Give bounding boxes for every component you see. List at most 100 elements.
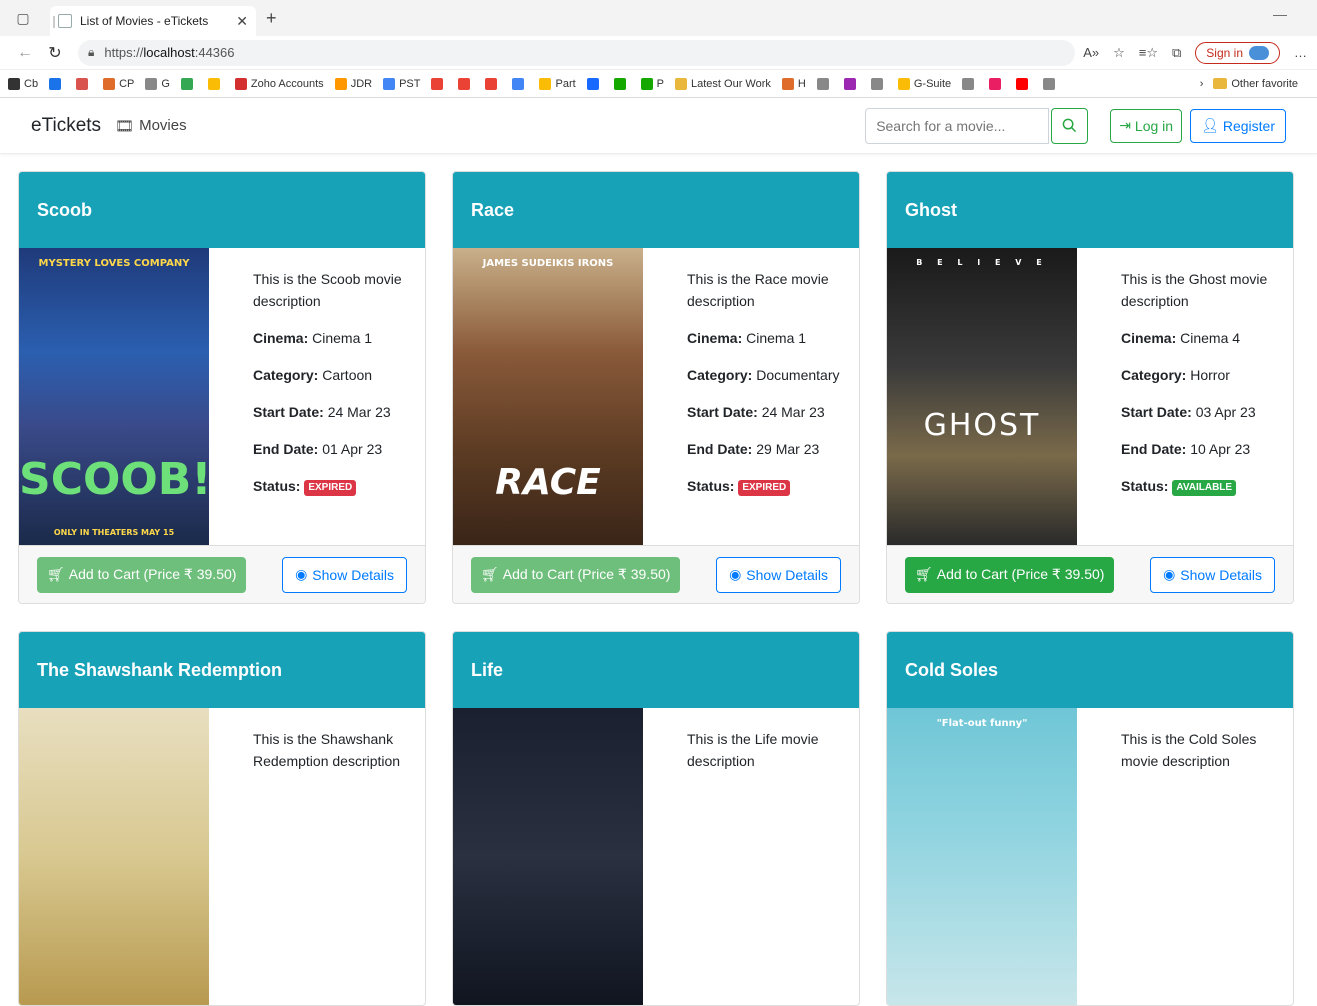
collections-icon[interactable]: ⧉ [1172,45,1181,61]
movie-info: This is the Cold Soles movie description [1077,708,1293,1005]
bookmark-item[interactable] [180,77,197,90]
bookmark-item[interactable] [49,77,65,90]
bookmark-icon [586,77,599,90]
bookmark-item[interactable] [816,77,833,90]
start-date-field: Start Date: 24 Mar 23 [687,401,845,423]
start-date-field: Start Date: 03 Apr 23 [1121,401,1279,423]
minimize-window-icon[interactable]: — [1273,6,1287,22]
bookmark-label: G-Suite [913,77,952,90]
add-to-cart-button[interactable]: 🛒︎ Add to Cart (Price ₹ 39.50) [471,556,681,593]
brand-link[interactable]: eTickets [31,115,101,137]
bookmark-item[interactable]: PST [383,77,420,90]
bookmark-label: JDR [350,77,373,90]
register-button[interactable]: 👤︎ Register [1190,108,1286,143]
category-field-value: Cartoon [322,367,373,383]
bookmark-item[interactable] [843,77,860,90]
tab-actions-icon[interactable]: ▢ [10,5,36,31]
bookmark-item[interactable]: CP [103,77,134,90]
add-user-icon: 👤︎ [1201,117,1219,133]
movie-info: This is the Life movie description [643,708,859,1005]
eye-icon: ◉ [295,566,308,582]
bookmark-icon [781,77,794,90]
bookmark-item[interactable] [870,77,887,90]
movie-description: This is the Scoob movie description [253,271,402,309]
end-date-field-value: 10 Apr 23 [1190,441,1251,457]
show-details-button[interactable]: ◉ Show Details [1150,556,1275,593]
page-favicon-icon [53,14,72,28]
bookmark-item[interactable] [207,77,224,90]
bookmark-icon [207,77,220,90]
bookmark-icon [897,77,910,90]
other-favorites-folder[interactable]: Other favorite [1213,78,1298,90]
category-field-label: Category: [1121,367,1187,383]
movies-nav-link[interactable]: 🎞︎ Movies [115,117,187,135]
bookmark-item[interactable] [458,77,474,90]
more-bookmarks-chevron-icon[interactable]: › [1200,78,1204,90]
new-tab-icon[interactable]: + [266,8,277,29]
bookmark-item[interactable] [962,77,978,90]
back-icon[interactable]: ← [10,44,40,62]
read-aloud-icon[interactable]: A» [1083,45,1099,60]
bookmark-item[interactable] [1016,77,1032,90]
show-details-button[interactable]: ◉ Show Details [716,556,841,593]
card-footer: 🛒︎ Add to Cart (Price ₹ 39.50) ◉ Show Detai… [887,545,1293,603]
bookmark-item[interactable]: Part [539,77,576,90]
folder-icon [1213,78,1228,89]
bookmark-item[interactable] [76,77,92,90]
movie-card: Ghost B E L I E V E GHOST This is the Ghost… [886,171,1294,604]
bookmark-label: P [656,77,665,90]
search-input[interactable] [865,107,1050,144]
bookmark-icon [843,77,856,90]
add-to-cart-button[interactable]: 🛒︎ Add to Cart (Price ₹ 39.50) [905,556,1115,593]
cinema-field-label: Cinema: [687,330,743,346]
bookmark-item[interactable]: G-Suite [897,77,952,90]
cart-icon: 🛒︎ [915,566,933,582]
add-to-cart-button[interactable]: 🛒︎ Add to Cart (Price ₹ 39.50) [37,556,247,593]
more-menu-icon[interactable]: … [1294,45,1307,60]
movie-info: This is the Ghost movie description Cinem… [1077,248,1293,545]
bookmark-item[interactable] [586,77,603,90]
url-field[interactable]: 🔒︎ https://localhost:44366 [78,39,1076,66]
eye-icon: ◉ [729,566,742,582]
cinema-field: Cinema: Cinema 1 [253,327,411,349]
bookmark-icon [539,77,552,90]
close-tab-icon[interactable]: ✕ [236,13,248,30]
bookmark-item[interactable] [485,77,501,90]
bookmark-item[interactable] [1043,77,1059,90]
login-button[interactable]: ⇥ Log in [1110,108,1183,143]
poster-tagline: "Flat-out funny" [936,718,1028,729]
bookmark-item[interactable]: Cb [8,77,38,90]
bookmark-item[interactable]: Zoho Accounts [234,77,324,90]
bookmark-item[interactable]: JDR [334,77,373,90]
bookmark-icon [989,77,1002,90]
card-body: JAMES SUDEIKIS IRONS RACE This is the Race… [453,248,859,545]
bookmark-item[interactable] [512,77,528,90]
movie-info: This is the Scoob movie description Cinem… [209,248,425,545]
search-button[interactable] [1051,107,1089,144]
end-date-field-value: 29 Mar 23 [756,441,820,457]
bookmark-item[interactable]: G [145,77,170,90]
sign-in-button[interactable]: Sign in [1195,41,1280,64]
bookmark-item[interactable]: H [781,77,806,90]
end-date-field-value: 01 Apr 23 [322,441,383,457]
bookmark-item[interactable]: P [640,77,665,90]
bookmark-item[interactable] [613,77,630,90]
status-field: Status: EXPIRED [253,475,411,497]
category-field: Category: Horror [1121,364,1279,386]
refresh-icon[interactable]: ↻ [40,43,70,63]
cinema-field-label: Cinema: [253,330,309,346]
bookmark-item[interactable] [989,77,1005,90]
start-date-field-label: Start Date: [1121,404,1192,420]
favorite-star-icon[interactable]: ☆ [1113,45,1125,61]
bookmark-icon [8,77,20,90]
favorites-list-icon[interactable]: ≡☆ [1139,45,1158,61]
bookmark-item[interactable] [431,77,447,90]
poster-tagline: JAMES SUDEIKIS IRONS [482,258,614,269]
start-date-field-value: 03 Apr 23 [1195,404,1256,420]
bookmarks-bar: Cb CP G Zoho Accounts JDR PST Part P Latest Our … [0,70,1317,98]
bookmark-item[interactable]: Latest Our Work [675,77,771,90]
browser-tab[interactable]: List of Movies - eTickets ✕ [50,6,256,36]
show-details-button[interactable]: ◉ Show Details [282,556,407,593]
movie-title: Race [453,172,859,248]
category-field-value: Documentary [756,367,840,383]
